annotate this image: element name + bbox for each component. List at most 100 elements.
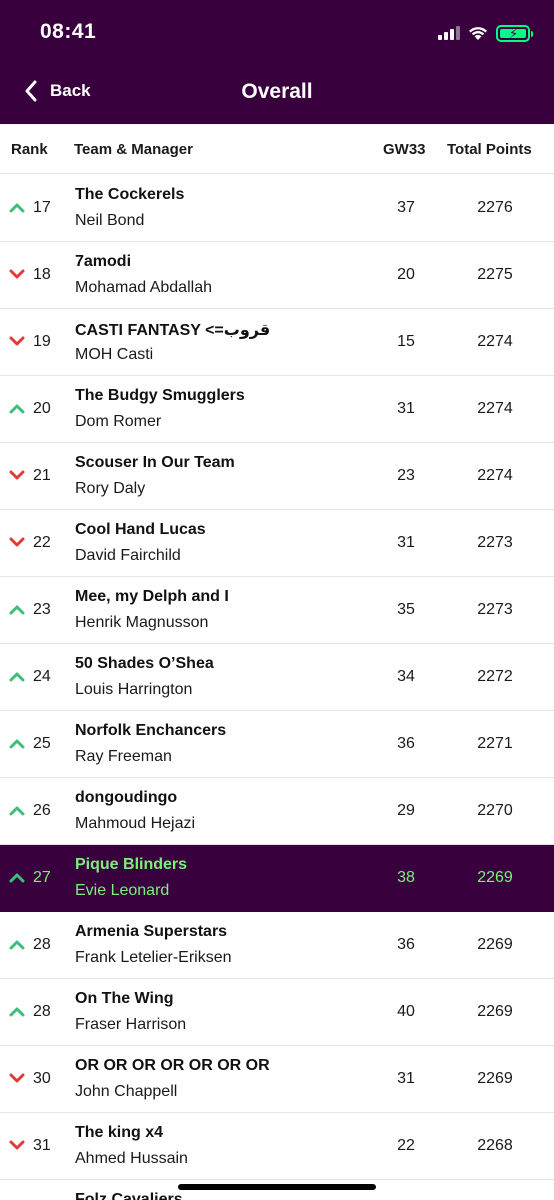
column-header-rank: Rank <box>11 141 48 158</box>
row-manager-name: Neil Bond <box>75 212 145 229</box>
row-rank: 20 <box>33 400 51 417</box>
row-manager-name: Fraser Harrison <box>75 1016 187 1033</box>
rank-down-icon <box>9 1140 25 1150</box>
row-team-name: Pique Blinders <box>75 856 188 873</box>
row-manager-name: Dom Romer <box>75 413 162 430</box>
table-row[interactable]: 28 On The Wing Fraser Harrison 40 2269 <box>0 979 554 1046</box>
row-gw-points: 22 <box>397 1137 415 1154</box>
rank-up-icon <box>9 672 25 682</box>
row-team-name: Scouser In Our Team <box>75 454 235 471</box>
table-row[interactable]: 19 CASTI FANTASY <=قروب MOH Casti 15 2274 <box>0 309 554 376</box>
row-team-name: The Cockerels <box>75 186 185 203</box>
row-gw-points: 20 <box>397 266 415 283</box>
row-team-name: On The Wing <box>75 990 174 1007</box>
row-gw-points: 31 <box>397 534 415 551</box>
row-gw-points: 35 <box>397 601 415 618</box>
rank-up-icon <box>9 404 25 414</box>
page-title: Overall <box>241 80 313 103</box>
row-team-name: The king x4 <box>75 1124 164 1141</box>
row-manager-name: Ahmed Hussain <box>75 1150 188 1167</box>
row-rank: 22 <box>33 534 51 551</box>
rank-up-icon <box>9 806 25 816</box>
rank-up-icon <box>9 203 25 213</box>
rank-down-icon <box>9 336 25 346</box>
row-rank: 19 <box>33 333 51 350</box>
row-team-name: OR OR OR OR OR OR OR <box>75 1057 270 1074</box>
row-total-points: 2269 <box>477 936 513 953</box>
table-row[interactable]: 26 dongoudingo Mahmoud Hejazi 29 2270 <box>0 778 554 845</box>
table-row[interactable]: 30 OR OR OR OR OR OR OR John Chappell 31 226… <box>0 1046 554 1113</box>
row-total-points: 2271 <box>477 735 513 752</box>
row-gw-points: 34 <box>397 668 415 685</box>
column-header-gw: GW33 <box>383 141 426 158</box>
rank-down-icon <box>9 537 25 547</box>
row-total-points: 2268 <box>477 1137 513 1154</box>
row-total-points: 2275 <box>477 266 513 283</box>
row-total-points: 2274 <box>477 467 513 484</box>
row-team-name: Norfolk Enchancers <box>75 722 227 739</box>
row-rank: 28 <box>33 1003 51 1020</box>
row-team-name: Mee, my Delph and I <box>75 588 229 605</box>
row-total-points: 2274 <box>477 333 513 350</box>
table-row[interactable]: 24 50 Shades O’Shea Louis Harrington 34 2272 <box>0 644 554 711</box>
column-header-team: Team & Manager <box>74 141 193 158</box>
row-manager-name: Evie Leonard <box>75 882 170 899</box>
rank-up-icon <box>9 739 25 749</box>
home-indicator[interactable] <box>178 1184 376 1190</box>
row-team-name: 50 Shades O’Shea <box>75 655 214 672</box>
table-row[interactable]: 31 The king x4 Ahmed Hussain 22 2268 <box>0 1113 554 1180</box>
table-row[interactable]: 22 Cool Hand Lucas David Fairchild 31 2273 <box>0 510 554 577</box>
row-total-points: 2270 <box>477 802 513 819</box>
rank-up-icon <box>9 873 25 883</box>
row-team-name: CASTI FANTASY <=قروب <box>75 322 271 339</box>
table-row[interactable]: Folz Cavaliers <box>0 1180 554 1200</box>
rank-up-icon <box>9 1007 25 1017</box>
row-manager-name: John Chappell <box>75 1083 178 1100</box>
row-team-name: 7amodi <box>75 253 132 270</box>
row-total-points: 2272 <box>477 668 513 685</box>
row-total-points: 2273 <box>477 534 513 551</box>
row-rank: 21 <box>33 467 51 484</box>
table-row[interactable]: 27 Pique Blinders Evie Leonard 38 2269 <box>0 845 554 912</box>
row-manager-name: MOH Casti <box>75 346 154 363</box>
status-time: 08:41 <box>40 20 97 43</box>
table-row[interactable]: 23 Mee, my Delph and I Henrik Magnusson 35 2… <box>0 577 554 644</box>
row-rank: 31 <box>33 1137 51 1154</box>
row-gw-points: 31 <box>397 400 415 417</box>
row-manager-name: Mohamad Abdallah <box>75 279 212 296</box>
row-gw-points: 23 <box>397 467 415 484</box>
row-team-name: Cool Hand Lucas <box>75 521 206 538</box>
table-row[interactable]: 18 7amodi Mohamad Abdallah 20 2275 <box>0 242 554 309</box>
row-gw-points: 31 <box>397 1070 415 1087</box>
row-gw-points: 37 <box>397 199 415 216</box>
cellular-signal-icon <box>438 26 460 40</box>
row-gw-points: 36 <box>397 735 415 752</box>
table-row[interactable]: 25 Norfolk Enchancers Ray Freeman 36 2271 <box>0 711 554 778</box>
row-total-points: 2269 <box>477 1003 513 1020</box>
row-manager-name: Henrik Magnusson <box>75 614 209 631</box>
row-rank: 27 <box>33 869 51 886</box>
rank-down-icon <box>9 1073 25 1083</box>
row-gw-points: 38 <box>397 869 415 886</box>
row-total-points: 2269 <box>477 869 513 886</box>
row-manager-name: Ray Freeman <box>75 748 172 765</box>
row-manager-name: Mahmoud Hejazi <box>75 815 196 832</box>
row-manager-name: Rory Daly <box>75 480 146 497</box>
table-row[interactable]: 20 The Budgy Smugglers Dom Romer 31 2274 <box>0 376 554 443</box>
row-rank: 25 <box>33 735 51 752</box>
row-team-name: Armenia Superstars <box>75 923 228 940</box>
row-rank: 30 <box>33 1070 51 1087</box>
row-total-points: 2273 <box>477 601 513 618</box>
row-total-points: 2276 <box>477 199 513 216</box>
rank-down-icon <box>9 470 25 480</box>
column-header-total: Total Points <box>447 141 532 158</box>
table-row[interactable]: 21 Scouser In Our Team Rory Daly 23 2274 <box>0 443 554 510</box>
row-manager-name: David Fairchild <box>75 547 181 564</box>
row-rank: 26 <box>33 802 51 819</box>
row-gw-points: 40 <box>397 1003 415 1020</box>
table-row[interactable]: 28 Armenia Superstars Frank Letelier-Eriks… <box>0 912 554 979</box>
row-rank: 18 <box>33 266 51 283</box>
row-total-points: 2274 <box>477 400 513 417</box>
table-row[interactable]: 17 The Cockerels Neil Bond 37 2276 <box>0 175 554 242</box>
wifi-icon <box>469 26 487 40</box>
